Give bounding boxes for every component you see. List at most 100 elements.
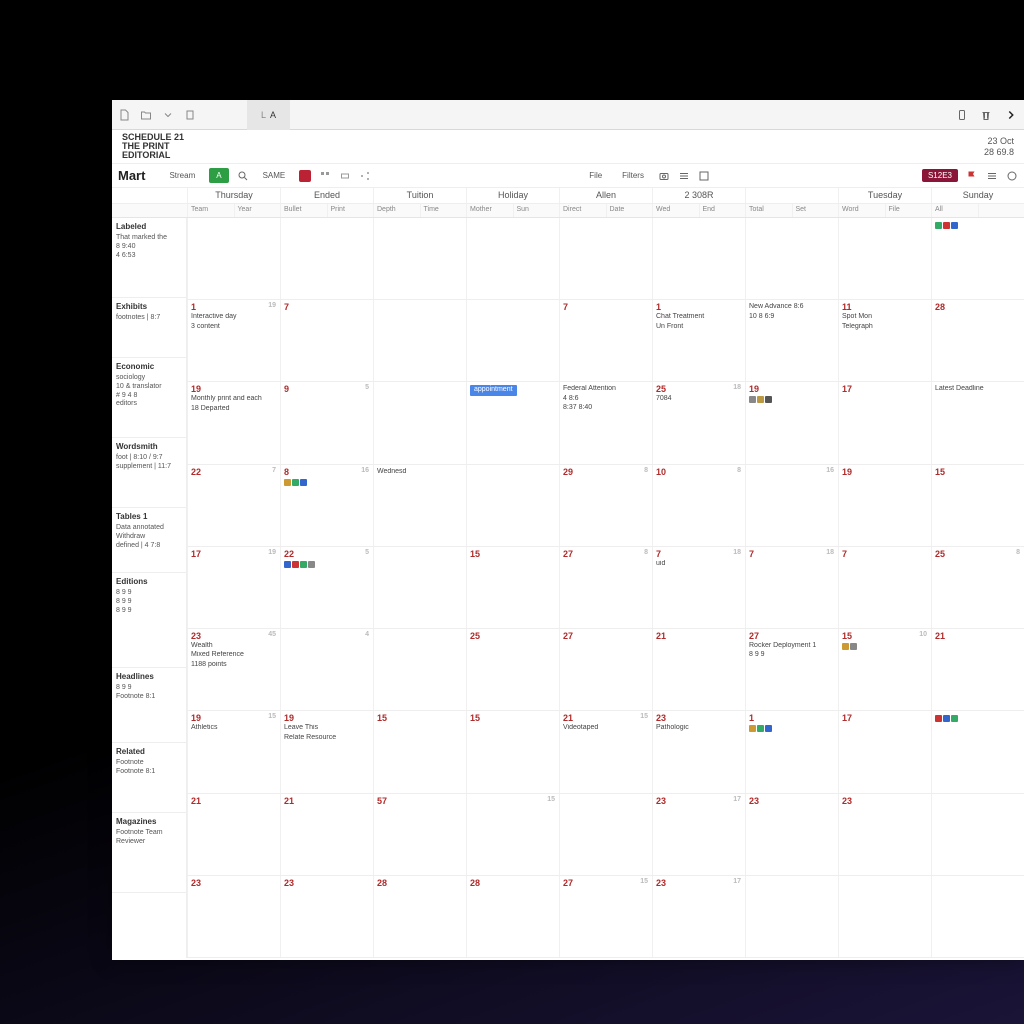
folder-icon[interactable] [140,109,152,121]
trash-icon[interactable] [980,109,992,121]
more-icon[interactable] [1006,170,1018,182]
calendar-cell[interactable]: 28 [931,300,1024,381]
calendar-cell[interactable] [466,300,559,381]
filters-button[interactable]: Filters [616,169,650,182]
calendar-cell[interactable]: 1510 [838,629,931,710]
red-indicator[interactable] [299,170,311,182]
calendar-event[interactable]: Pathologic [656,724,742,732]
calendar-cell[interactable]: 816 [280,465,373,546]
calendar-cell[interactable]: 278 [559,547,652,628]
doc-icon[interactable] [118,109,130,121]
browser-tab[interactable]: L A [247,100,290,130]
calendar-cell[interactable]: 718 [745,547,838,628]
calendar-cell[interactable] [559,794,652,875]
calendar-cell[interactable] [931,711,1024,792]
category-row[interactable]: Tables 1Data annotatedWithdrawdefined | … [112,508,186,573]
green-button[interactable]: A [209,168,228,183]
calendar-event[interactable]: Leave This [284,724,370,732]
clipboard-icon[interactable] [184,109,196,121]
calendar-cell[interactable] [745,218,838,299]
calendar-cell[interactable]: 19Leave ThisRelate Resource [280,711,373,792]
calendar-cell[interactable] [373,218,466,299]
calendar-cell[interactable]: 27 [559,629,652,710]
calendar-event[interactable]: Interactive day [191,313,277,321]
calendar-event[interactable]: Federal Attention [563,385,649,393]
calendar-cell[interactable]: 15 [466,547,559,628]
calendar-event[interactable]: Athletics [191,724,277,732]
calendar-event[interactable]: Mixed Reference [191,651,277,659]
calendar-cell[interactable]: 7 [838,547,931,628]
calendar-event[interactable]: Spot Mon [842,313,928,321]
calendar-cell[interactable]: 95 [280,382,373,463]
calendar-cell[interactable] [559,218,652,299]
category-row[interactable]: Headlines8 9 9Footnote 8:1 [112,668,186,743]
calendar-cell[interactable]: 21 [652,629,745,710]
calendar-cell[interactable]: 16 [745,465,838,546]
calendar-cell[interactable]: 2317 [652,794,745,875]
calendar-cell[interactable] [373,629,466,710]
calendar-cell[interactable]: 25 [466,629,559,710]
calendar-event[interactable]: 1188 points [191,661,277,669]
calendar-cell[interactable]: 15 [931,465,1024,546]
chevron-down-icon[interactable] [162,109,174,121]
camera-icon[interactable] [658,170,670,182]
device-icon[interactable] [956,109,968,121]
calendar-cell[interactable]: 225 [280,547,373,628]
calendar-cell[interactable]: 15 [373,711,466,792]
category-row[interactable]: Editions8 9 98 9 98 9 9 [112,573,186,668]
calendar-event[interactable]: Monthly print and each [191,395,277,403]
calendar-cell[interactable]: 23 [280,876,373,957]
search-icon[interactable] [237,170,249,182]
calendar-cell[interactable]: 23Pathologic [652,711,745,792]
calendar-cell[interactable] [931,876,1024,957]
calendar-cell[interactable] [280,218,373,299]
calendar-event[interactable]: 8 9 9 [749,651,835,659]
print-icon[interactable] [339,170,351,182]
calendar-cell[interactable]: 2345WealthMixed Reference1188 points [187,629,280,710]
calendar-cell[interactable]: 2715 [559,876,652,957]
calendar-cell[interactable]: 1Chat TreatmentUn Front [652,300,745,381]
calendar-cell[interactable]: 1915Athletics [187,711,280,792]
chevron-right-icon[interactable] [1004,108,1018,122]
calendar-cell[interactable]: 57 [373,794,466,875]
calendar-event[interactable]: Wednesd [377,468,463,476]
calendar-cell[interactable]: Wednesd [373,465,466,546]
calendar-cell[interactable] [187,218,280,299]
flag-icon[interactable] [966,170,978,182]
calendar-cell[interactable]: 27Rocker Deployment 18 9 9 [745,629,838,710]
calendar-cell[interactable]: 11Spot MonTelegraph [838,300,931,381]
same-button[interactable]: SAME [257,169,292,182]
calendar-cell[interactable] [373,382,466,463]
calendar-event[interactable]: Latest Deadline [935,385,1021,393]
calendar-event[interactable]: appointment [470,385,517,395]
category-row[interactable]: RelatedFootnoteFootnote 8:1 [112,743,186,813]
calendar-cell[interactable]: 28 [373,876,466,957]
calendar-cell[interactable]: 15 [466,794,559,875]
calendar-cell[interactable]: 119Interactive day3 content [187,300,280,381]
calendar-cell[interactable] [652,218,745,299]
calendar-cell[interactable]: 258 [931,547,1024,628]
calendar-cell[interactable]: 21 [931,629,1024,710]
calendar-cell[interactable]: appointment [466,382,559,463]
calendar-cell[interactable]: 298 [559,465,652,546]
calendar-cell[interactable] [838,876,931,957]
calendar-cell[interactable]: New Advance 8:610 8 6:9 [745,300,838,381]
calendar-event[interactable]: 8:37 8:40 [563,404,649,412]
calendar-event[interactable]: Relate Resource [284,734,370,742]
calendar-event[interactable]: 10 8 6:9 [749,313,835,321]
calendar-cell[interactable]: 19Monthly print and each18 Departed [187,382,280,463]
calendar-cell[interactable] [838,218,931,299]
calendar-event[interactable]: uid [656,560,742,568]
calendar-cell[interactable]: 23 [838,794,931,875]
calendar-cell[interactable]: 19 [745,382,838,463]
calendar-cell[interactable]: 2115Videotaped [559,711,652,792]
calendar-cell[interactable] [466,465,559,546]
calendar-cell[interactable] [466,218,559,299]
calendar-event[interactable]: 4 8:6 [563,395,649,403]
calendar-cell[interactable]: 227 [187,465,280,546]
calendar-cell[interactable]: 718uid [652,547,745,628]
calendar-event[interactable]: Videotaped [563,724,649,732]
calendar-cell[interactable]: 28 [466,876,559,957]
calendar-cell[interactable]: Federal Attention 4 8:68:37 8:40 [559,382,652,463]
share-icon[interactable] [359,170,371,182]
